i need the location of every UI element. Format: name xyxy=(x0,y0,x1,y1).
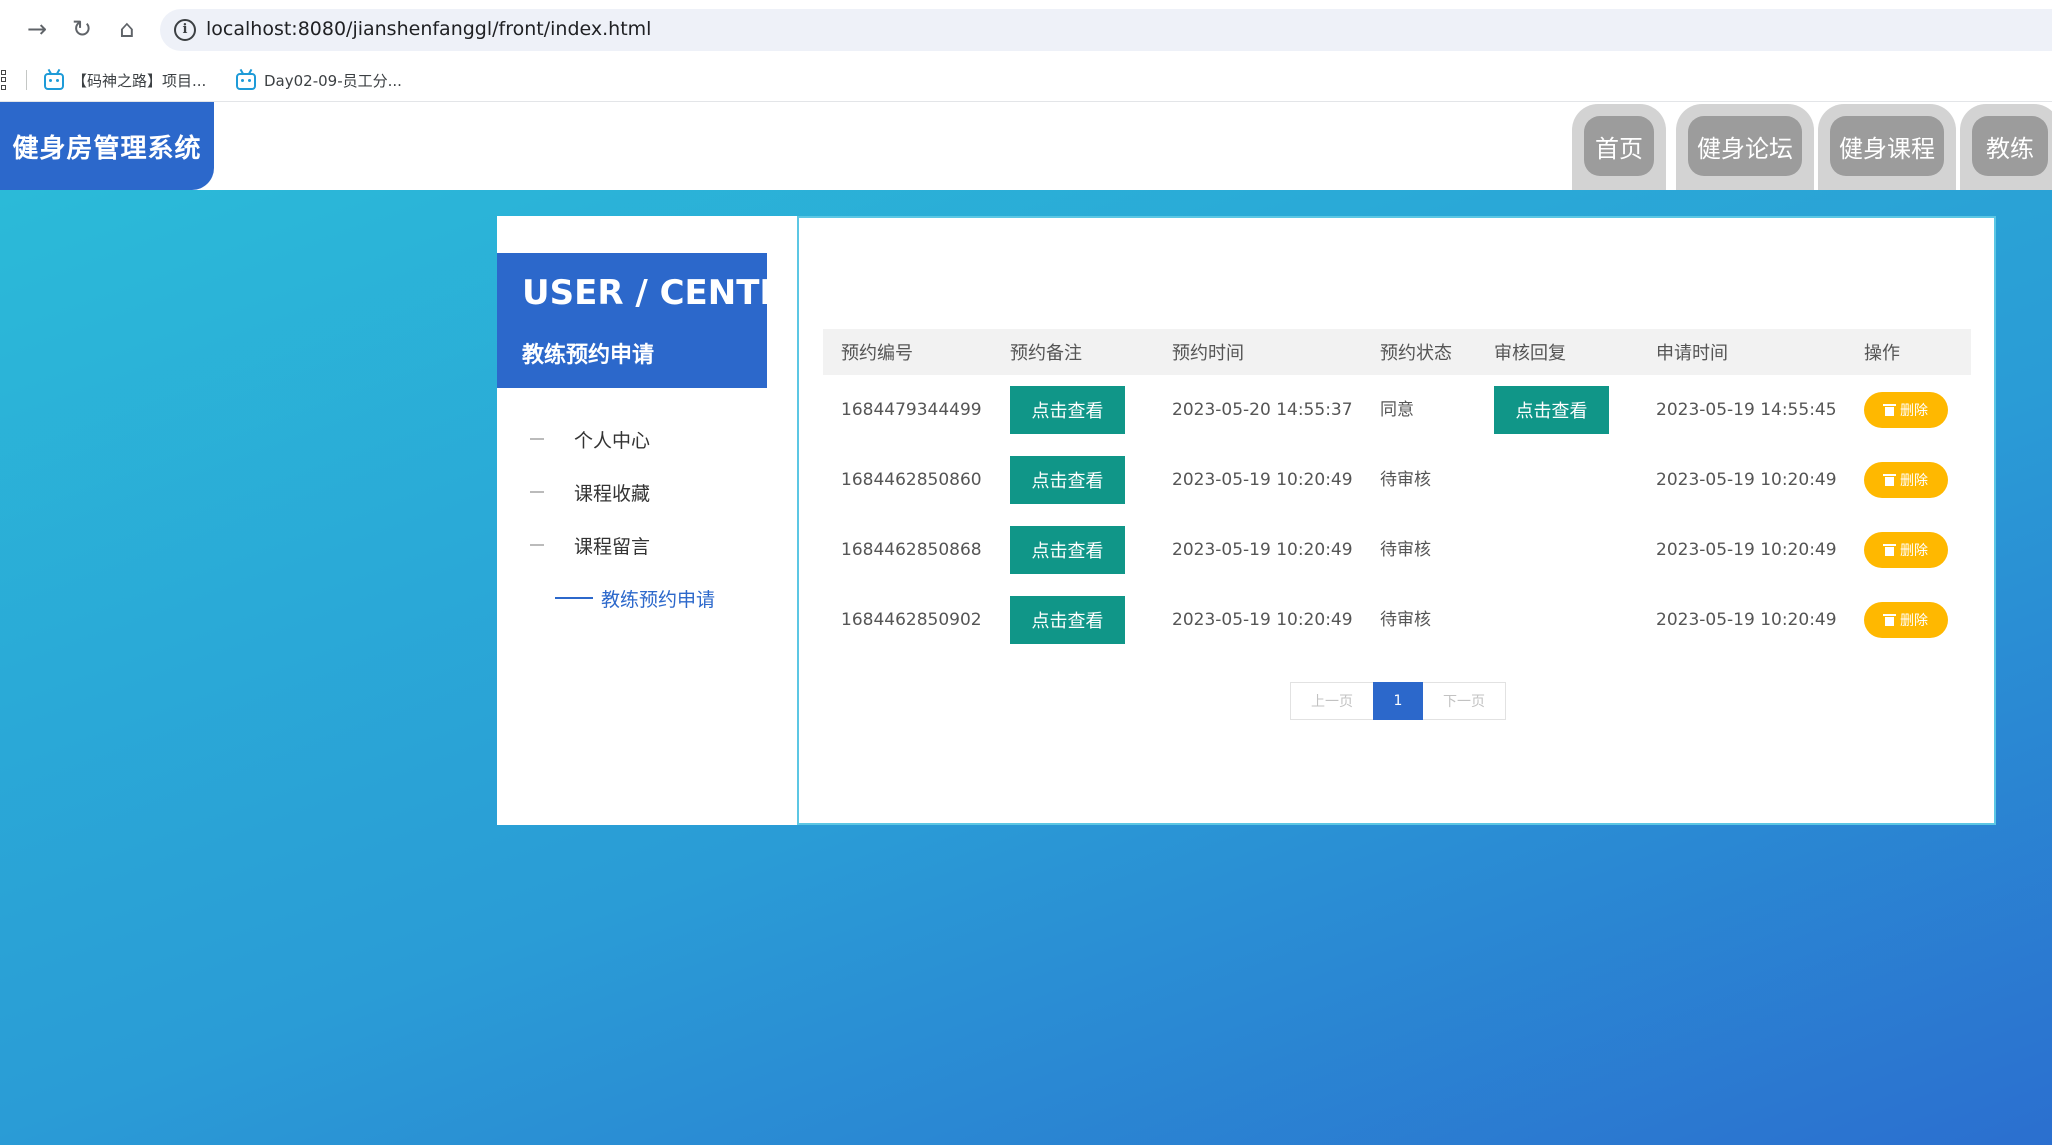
delete-button[interactable]: 删除 xyxy=(1864,532,1948,568)
booking-time: 2023-05-19 10:20:49 xyxy=(1172,540,1353,560)
trash-icon xyxy=(1883,544,1896,556)
bookmark-item[interactable]: 【码神之路】项目... xyxy=(44,58,206,102)
table-row: 1684462850902 点击查看 2023-05-19 10:20:49 待… xyxy=(823,585,1971,655)
sidebar-item-label: 课程留言 xyxy=(574,535,651,558)
dash-icon xyxy=(530,438,544,440)
bilibili-icon xyxy=(44,73,64,90)
nav-tab-label: 健身论坛 xyxy=(1688,116,1802,176)
dash-icon xyxy=(530,544,544,546)
nav-tab-courses[interactable]: 健身课程 xyxy=(1818,104,1956,190)
delete-button[interactable]: 删除 xyxy=(1864,602,1948,638)
bookmark-label: 【码神之路】项目... xyxy=(72,71,207,90)
booking-status: 同意 xyxy=(1380,400,1414,420)
nav-tab-home[interactable]: 首页 xyxy=(1572,104,1666,190)
trash-icon xyxy=(1883,404,1896,416)
active-line-icon xyxy=(555,597,593,599)
bookmark-separator xyxy=(26,70,27,90)
trash-icon xyxy=(1883,474,1896,486)
nav-tab-label: 首页 xyxy=(1584,116,1654,176)
sidebar-item-coach-booking[interactable]: 教练预约申请 xyxy=(555,583,715,613)
home-icon[interactable]: ⌂ xyxy=(110,12,144,46)
bookmark-item[interactable]: Day02-09-员工分... xyxy=(236,58,402,102)
trash-icon xyxy=(1883,614,1896,626)
reload-icon[interactable]: ↻ xyxy=(65,12,99,46)
sidebar-item-favorites[interactable]: 课程收藏 xyxy=(530,477,650,507)
table-row: 1684479344499 点击查看 2023-05-20 14:55:37 同… xyxy=(823,375,1971,445)
view-note-button[interactable]: 点击查看 xyxy=(1010,456,1125,504)
booking-time: 2023-05-19 10:20:49 xyxy=(1172,610,1353,630)
address-bar[interactable]: i localhost:8080/jianshenfanggl/front/in… xyxy=(160,9,2052,51)
page-number-button[interactable]: 1 xyxy=(1373,682,1423,720)
nav-tab-forum[interactable]: 健身论坛 xyxy=(1676,104,1814,190)
nav-tab-coach[interactable]: 教练 xyxy=(1960,104,2052,190)
bookmark-label: Day02-09-员工分... xyxy=(264,71,402,90)
apps-icon[interactable] xyxy=(0,70,8,90)
back-arrow-icon[interactable]: → xyxy=(20,12,54,46)
table-row: 1684462850860 点击查看 2023-05-19 10:20:49 待… xyxy=(823,445,1971,515)
apply-time: 2023-05-19 10:20:49 xyxy=(1656,610,1837,630)
nav-tab-label: 教练 xyxy=(1972,116,2048,176)
table-row: 1684462850868 点击查看 2023-05-19 10:20:49 待… xyxy=(823,515,1971,585)
sidebar-item-comments[interactable]: 课程留言 xyxy=(530,530,650,560)
url-text: localhost:8080/jianshenfanggl/front/inde… xyxy=(206,18,652,40)
booking-id: 1684479344499 xyxy=(841,400,982,420)
apply-time: 2023-05-19 14:55:45 xyxy=(1656,400,1837,420)
table-header: 预约编号 预约备注 预约时间 预约状态 审核回复 申请时间 操作 xyxy=(823,329,1971,375)
column-header: 预约时间 xyxy=(1172,343,1244,364)
site-info-icon[interactable]: i xyxy=(174,19,196,41)
booking-time: 2023-05-19 10:20:49 xyxy=(1172,470,1353,490)
delete-label: 删除 xyxy=(1900,403,1928,419)
view-note-button[interactable]: 点击查看 xyxy=(1010,596,1125,644)
sidebar-item-label: 教练预约申请 xyxy=(601,588,716,611)
prev-page-button[interactable]: 上一页 xyxy=(1290,682,1373,720)
booking-status: 待审核 xyxy=(1380,470,1431,490)
booking-time: 2023-05-20 14:55:37 xyxy=(1172,400,1353,420)
user-center-sidebar: USER / CENTER 教练预约申请 个人中心 课程收藏 课程留言 教练预约… xyxy=(497,216,809,825)
column-header: 申请时间 xyxy=(1656,343,1728,364)
nav-tab-label: 健身课程 xyxy=(1830,116,1944,176)
app-header: 健身房管理系统 首页 健身论坛 健身课程 教练 xyxy=(0,102,2052,190)
column-header: 预约备注 xyxy=(1010,343,1082,364)
delete-label: 删除 xyxy=(1900,473,1928,489)
delete-label: 删除 xyxy=(1900,543,1928,559)
bookmarks-bar: 【码神之路】项目... Day02-09-员工分... xyxy=(0,58,2052,102)
delete-label: 删除 xyxy=(1900,613,1928,629)
dash-icon xyxy=(530,491,544,493)
column-header: 操作 xyxy=(1864,343,1900,364)
site-logo[interactable]: 健身房管理系统 xyxy=(0,102,214,190)
view-note-button[interactable]: 点击查看 xyxy=(1010,386,1125,434)
delete-button[interactable]: 删除 xyxy=(1864,462,1948,498)
booking-id: 1684462850860 xyxy=(841,470,982,490)
booking-id: 1684462850868 xyxy=(841,540,982,560)
sidebar-item-label: 课程收藏 xyxy=(574,482,651,505)
booking-status: 待审核 xyxy=(1380,540,1431,560)
sidebar-item-profile[interactable]: 个人中心 xyxy=(530,424,650,454)
apply-time: 2023-05-19 10:20:49 xyxy=(1656,540,1837,560)
next-page-button[interactable]: 下一页 xyxy=(1423,682,1506,720)
view-note-button[interactable]: 点击查看 xyxy=(1010,526,1125,574)
sidebar-subtitle: 教练预约申请 xyxy=(522,343,655,368)
sidebar-title: USER / CENTER xyxy=(522,273,809,313)
bilibili-icon xyxy=(236,73,256,90)
column-header: 预约状态 xyxy=(1380,343,1452,364)
column-header: 审核回复 xyxy=(1494,343,1566,364)
apply-time: 2023-05-19 10:20:49 xyxy=(1656,470,1837,490)
sidebar-header: USER / CENTER 教练预约申请 xyxy=(497,253,809,388)
delete-button[interactable]: 删除 xyxy=(1864,392,1948,428)
column-header: 预约编号 xyxy=(841,343,913,364)
browser-toolbar: → ↻ ⌂ i localhost:8080/jianshenfanggl/fr… xyxy=(0,0,2052,58)
booking-list-panel: 预约编号 预约备注 预约时间 预约状态 审核回复 申请时间 操作 1684479… xyxy=(797,216,1996,825)
pagination: 上一页 1 下一页 xyxy=(1290,682,1506,720)
view-reply-button[interactable]: 点击查看 xyxy=(1494,386,1609,434)
booking-id: 1684462850902 xyxy=(841,610,982,630)
sidebar-item-label: 个人中心 xyxy=(574,429,651,452)
booking-status: 待审核 xyxy=(1380,610,1431,630)
